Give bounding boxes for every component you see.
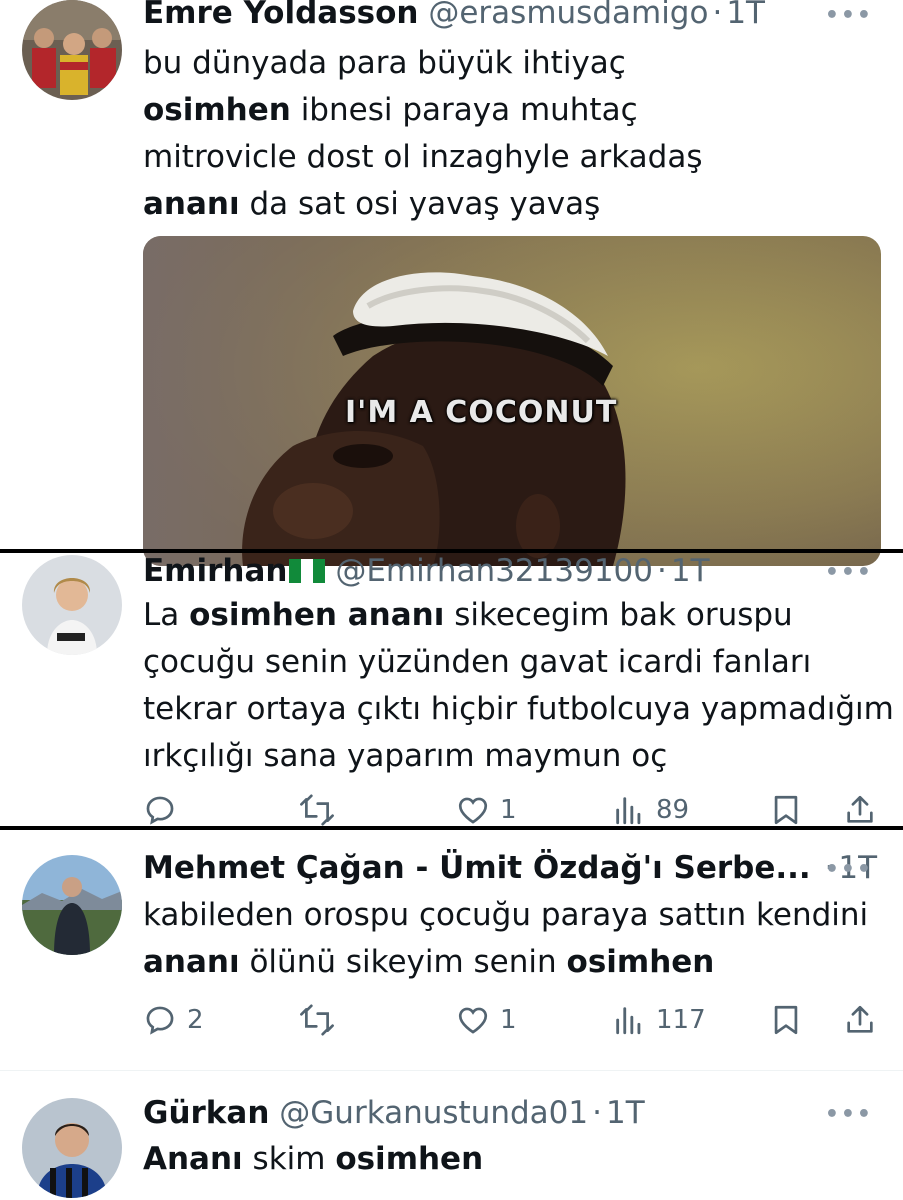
text: La [143,597,190,633]
more-icon[interactable]: ••• [825,1102,873,1127]
tweet-text-line: La osimhen ananı sikecegim bak oruspu [143,592,894,639]
tweet-text: La osimhen ananı sikecegim bak oruspu çoc… [143,592,894,780]
divider [0,826,903,830]
share-icon [847,1005,873,1033]
separator: · [657,553,667,589]
reply-button[interactable] [143,793,187,827]
user-name[interactable]: Gürkan [143,1095,269,1131]
bold-text: ananı [143,186,240,222]
avatar[interactable] [22,0,122,100]
views-count: 117 [656,1005,706,1035]
more-icon[interactable]: ••• [825,560,873,585]
reply-count: 2 [187,1005,204,1035]
tweet-text-line: osimhen ibnesi paraya muhtaç [143,87,702,134]
retweet-icon [300,794,334,826]
action-bar: 2 1 117 [143,1003,883,1043]
views-icon [616,797,641,825]
user-handle[interactable]: @erasmusdamigo [428,0,708,31]
text: sikecegim bak oruspu [444,597,793,633]
timestamp[interactable]: 1T [726,0,765,31]
text: tekrar ortaya çıktı hiçbir futbolcuya ya… [143,691,894,727]
tweet-text-line: tekrar ortaya çıktı hiçbir futbolcuya ya… [143,686,894,733]
text: kabileden orospu çocuğu paraya sattın ke… [143,897,869,933]
separator: · [712,0,723,31]
text: mitrovicle dost ol inzaghyle arkadaş [143,139,703,175]
reply-icon [146,796,174,825]
retweet-icon [300,1004,334,1036]
tweet-header: Mehmet Çağan - Ümit Özdağ'ı Serbe... · 1T [143,849,877,887]
more-icon[interactable]: ••• [825,3,873,28]
text: bu dünyada para büyük ihtiyaç [143,45,626,81]
tweet-header: Emre Yoldasson @erasmusdamigo · 1T [143,0,765,32]
bookmark-icon [774,1005,798,1035]
bold-text: ananı [143,944,240,980]
bold-text: Ananı [143,1141,243,1177]
tweet-text: kabileden orospu çocuğu paraya sattın ke… [143,892,868,986]
nigeria-flag-icon [289,554,326,583]
retweet-button[interactable] [300,793,344,827]
like-button[interactable]: 1 [456,1003,517,1037]
tweet-text: bu dünyada para büyük ihtiyaç osimhen ibn… [143,40,702,228]
retweet-button[interactable] [300,1003,344,1037]
bookmark-icon [774,795,798,825]
tweet-text-line: ananı da sat osi yavaş yavaş [143,181,702,228]
reply-icon [146,1006,174,1035]
user-handle[interactable]: @Gurkanustunda01 [279,1095,588,1131]
text: da sat osi yavaş yavaş [239,186,601,222]
user-handle[interactable]: @Emirhan32139100 [335,553,653,589]
views-count: 89 [656,795,690,825]
user-name[interactable]: Emre Yoldasson [143,0,419,31]
like-count: 1 [500,1005,517,1035]
share-button[interactable] [843,793,877,827]
views-button[interactable]: 117 [612,1003,706,1037]
timestamp[interactable]: 1T [671,553,710,589]
timestamp[interactable]: 1T [606,1095,645,1131]
bookmark-button[interactable] [769,793,803,827]
tweet-text-line: ananı ölünü sikeyim senin osimhen [143,939,868,986]
like-icon [458,1007,488,1034]
tweet-text-line: Ananı skim osimhen [143,1136,483,1183]
like-button[interactable]: 1 [456,793,517,827]
share-icon [847,795,873,823]
tweet-text-line: kabileden orospu çocuğu paraya sattın ke… [143,892,868,939]
like-icon [458,797,488,824]
bold-text: osimhen [566,944,715,980]
user-name[interactable]: Mehmet Çağan - Ümit Özdağ'ı Serbe... [143,850,811,886]
separator: · [592,1095,602,1131]
text: çocuğu senin yüzünden gavat icardi fanla… [143,644,812,680]
tweet-text-line: mitrovicle dost ol inzaghyle arkadaş [143,134,702,181]
like-count: 1 [500,795,517,825]
tweet-text-line: ırkçılığı sana yaparım maymun oç [143,733,894,780]
reply-button[interactable]: 2 [143,1003,204,1037]
tweet-text-line: çocuğu senin yüzünden gavat icardi fanla… [143,639,894,686]
avatar[interactable] [22,555,122,655]
tweet-text-line: bu dünyada para büyük ihtiyaç [143,40,702,87]
media-caption: I'M A COCONUT [345,395,618,430]
tweet-header: Gürkan @Gurkanustunda01 · 1T [143,1094,645,1132]
text: ibnesi paraya muhtaç [290,92,638,128]
bold-text: osimhen [335,1141,484,1177]
avatar[interactable] [22,1098,122,1198]
avatar[interactable] [22,855,122,955]
tweet-header: Emirhan @Emirhan32139100 · 1T [143,552,710,590]
more-icon[interactable]: ••• [825,857,873,882]
share-button[interactable] [843,1003,877,1037]
text: ırkçılığı sana yaparım maymun oç [143,738,668,774]
bold-text: osimhen ananı [189,597,445,633]
bookmark-button[interactable] [769,1003,803,1037]
text: skim [242,1141,336,1177]
divider [0,1070,903,1071]
views-button[interactable]: 89 [612,793,689,827]
tweet-text: Ananı skim osimhen [143,1136,483,1183]
user-name[interactable]: Emirhan [143,553,287,589]
text: ölünü sikeyim senin [239,944,567,980]
bold-text: osimhen [143,92,291,128]
views-icon [616,1007,641,1035]
